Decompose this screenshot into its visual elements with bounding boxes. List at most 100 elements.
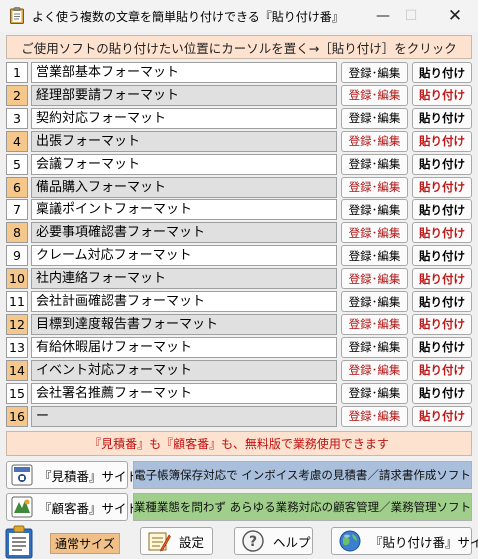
paste-button[interactable]: 貼り付け	[412, 153, 472, 175]
template-row: 13 有給休暇届けフォーマット 登録･編集 貼り付け	[6, 336, 472, 358]
close-icon[interactable]: ✕	[436, 0, 474, 32]
template-name-field[interactable]: 備品購入フォーマット	[31, 176, 337, 198]
mitsumori-site-button[interactable]: 『見積番』サイト	[6, 461, 139, 489]
row-number: 9	[6, 245, 28, 267]
row-number: 7	[6, 199, 28, 221]
template-name-field[interactable]: 目標到達度報告書フォーマット	[31, 313, 337, 335]
template-row: 4 出張フォーマット 登録･編集 貼り付け	[6, 130, 472, 152]
paste-button[interactable]: 貼り付け	[412, 382, 472, 404]
paste-button[interactable]: 貼り付け	[412, 359, 472, 381]
row-number: 4	[6, 130, 28, 152]
template-name-field[interactable]: 会議フォーマット	[31, 153, 337, 175]
row-number: 1	[6, 62, 28, 83]
register-edit-button[interactable]: 登録･編集	[341, 291, 408, 312]
template-row: 9 クレーム対応フォーマット 登録･編集 貼り付け	[6, 245, 472, 267]
template-name-field[interactable]: 会社計画確認書フォーマット	[31, 291, 337, 312]
template-name-field[interactable]: 稟議ポイントフォーマット	[31, 199, 337, 221]
paste-button[interactable]: 貼り付け	[412, 268, 472, 290]
register-edit-button[interactable]: 登録･編集	[341, 382, 408, 404]
globe-icon	[339, 530, 361, 552]
window-title: よく使う複数の文章を簡単貼り付けできる『貼り付け番』	[32, 10, 344, 24]
template-name-field[interactable]: 必要事項確認書フォーマット	[31, 222, 337, 244]
help-button[interactable]: ? ヘルプ	[234, 527, 313, 555]
kokyaku-site-button[interactable]: 『顧客番』サイト	[6, 493, 139, 521]
template-row: 3 契約対応フォーマット 登録･編集 貼り付け	[6, 107, 472, 129]
paste-button[interactable]: 貼り付け	[412, 336, 472, 358]
template-name-field[interactable]: 出張フォーマット	[31, 130, 337, 152]
register-edit-button[interactable]: 登録･編集	[341, 336, 408, 358]
settings-notebook-icon	[148, 532, 171, 552]
register-edit-button[interactable]: 登録･編集	[341, 62, 408, 83]
register-edit-button[interactable]: 登録･編集	[341, 130, 408, 152]
haritsuke-site-button[interactable]: 『貼り付け番』サイト	[331, 527, 478, 555]
paste-button[interactable]: 貼り付け	[412, 405, 472, 427]
clipboard-logo-icon	[5, 525, 33, 559]
template-row: 6 備品購入フォーマット 登録･編集 貼り付け	[6, 176, 472, 198]
register-edit-button[interactable]: 登録･編集	[341, 199, 408, 221]
haritsuke-site-label: 『貼り付け番』サイト	[370, 534, 478, 550]
row-number: 12	[6, 313, 28, 335]
template-name-field[interactable]: ー	[31, 405, 337, 427]
row-number: 3	[6, 107, 28, 129]
mitsumori-site-label: 『見積番』サイト	[39, 468, 140, 484]
paste-button[interactable]: 貼り付け	[412, 62, 472, 83]
row-number: 13	[6, 336, 28, 358]
row-number: 15	[6, 382, 28, 404]
kokyaku-site-label: 『顧客番』サイト	[39, 500, 140, 516]
template-row: 1 営業部基本フォーマット 登録･編集 貼り付け	[6, 62, 472, 83]
settings-button[interactable]: 設定	[140, 527, 213, 555]
row-number: 10	[6, 268, 28, 290]
register-edit-button[interactable]: 登録･編集	[341, 107, 408, 129]
register-edit-button[interactable]: 登録･編集	[341, 176, 408, 198]
row-number: 2	[6, 84, 28, 106]
template-name-field[interactable]: 有給休暇届けフォーマット	[31, 336, 337, 358]
paste-button[interactable]: 貼り付け	[412, 222, 472, 244]
paste-button[interactable]: 貼り付け	[412, 84, 472, 106]
row-number: 6	[6, 176, 28, 198]
clipboard-app-icon	[10, 7, 24, 24]
register-edit-button[interactable]: 登録･編集	[341, 222, 408, 244]
mitsumori-promo: 電子帳簿保存対応で インボイス考慮の見積書／請求書作成ソフト	[133, 461, 472, 489]
paste-button[interactable]: 貼り付け	[412, 313, 472, 335]
size-mode-label[interactable]: 通常サイズ	[50, 533, 120, 554]
paste-button[interactable]: 貼り付け	[412, 176, 472, 198]
settings-label: 設定	[179, 534, 205, 550]
template-name-field[interactable]: クレーム対応フォーマット	[31, 245, 337, 267]
title-bar: よく使う複数の文章を簡単貼り付けできる『貼り付け番』 — ☐ ✕	[0, 0, 478, 32]
template-name-field[interactable]: 営業部基本フォーマット	[31, 62, 337, 83]
template-row: 14 イベント対応フォーマット 登録･編集 貼り付け	[6, 359, 472, 381]
paste-button[interactable]: 貼り付け	[412, 291, 472, 312]
register-edit-button[interactable]: 登録･編集	[341, 268, 408, 290]
maximize-icon[interactable]: ☐	[392, 0, 430, 32]
help-label: ヘルプ	[273, 534, 311, 550]
template-row: 16 ー登録･編集 貼り付け	[6, 405, 472, 427]
register-edit-button[interactable]: 登録･編集	[341, 313, 408, 335]
help-icon: ?	[242, 530, 264, 552]
paste-button[interactable]: 貼り付け	[412, 107, 472, 129]
template-name-field[interactable]: 契約対応フォーマット	[31, 107, 337, 129]
paste-button[interactable]: 貼り付け	[412, 130, 472, 152]
paste-button[interactable]: 貼り付け	[412, 245, 472, 267]
register-edit-button[interactable]: 登録･編集	[341, 245, 408, 267]
kokyaku-app-icon	[11, 496, 33, 518]
template-row: 12 目標到達度報告書フォーマット 登録･編集 貼り付け	[6, 313, 472, 335]
template-row: 8 必要事項確認書フォーマット 登録･編集 貼り付け	[6, 222, 472, 244]
usage-hint: ご使用ソフトの貼り付けたい位置にカーソルを置く→［貼り付け］をクリック	[6, 35, 472, 59]
register-edit-button[interactable]: 登録･編集	[341, 153, 408, 175]
template-name-field[interactable]: 社内連絡フォーマット	[31, 268, 337, 290]
template-name-field[interactable]: 会社署名推薦フォーマット	[31, 382, 337, 404]
mitsumori-app-icon	[11, 464, 33, 486]
template-row: 5 会議フォーマット 登録･編集 貼り付け	[6, 153, 472, 175]
template-row: 7 稟議ポイントフォーマット 登録･編集 貼り付け	[6, 199, 472, 221]
template-name-field[interactable]: 経理部要請フォーマット	[31, 84, 337, 106]
row-number: 16	[6, 405, 28, 427]
register-edit-button[interactable]: 登録･編集	[341, 84, 408, 106]
paste-button[interactable]: 貼り付け	[412, 199, 472, 221]
free-version-notice: 『見積番』も『顧客番』も、無料版で業務使用できます	[6, 431, 472, 456]
template-row: 15 会社署名推薦フォーマット 登録･編集 貼り付け	[6, 382, 472, 404]
template-name-field[interactable]: イベント対応フォーマット	[31, 359, 337, 381]
register-edit-button[interactable]: 登録･編集	[341, 359, 408, 381]
register-edit-button[interactable]: 登録･編集	[341, 405, 408, 427]
row-number: 5	[6, 153, 28, 175]
template-row: 11 会社計画確認書フォーマット 登録･編集 貼り付け	[6, 291, 472, 312]
